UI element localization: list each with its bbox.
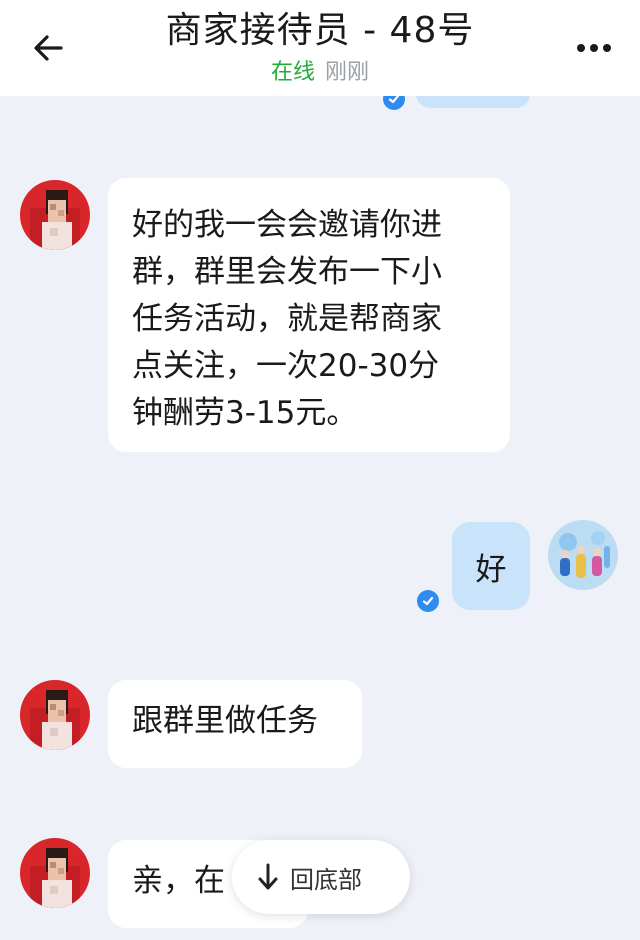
message-line: 群，群里会发布一下小	[132, 254, 442, 290]
message-bubble-outgoing[interactable]: 好	[452, 522, 530, 610]
message-bubble-incoming[interactable]: 跟群里做任务	[108, 680, 362, 768]
message-line: 点关注，一次20-30分	[132, 348, 440, 384]
merchant-avatar[interactable]	[20, 180, 90, 250]
more-horizontal-icon	[577, 44, 611, 52]
merchant-avatar[interactable]	[20, 838, 90, 908]
chat-title: 商家接待员 - 48号	[165, 10, 475, 51]
check-circle-icon	[417, 590, 439, 612]
scroll-to-bottom-label: 回底部	[290, 865, 362, 894]
message-bubble-incoming[interactable]: 好的我一会会邀请你进 群，群里会发布一下小 任务活动，就是帮商家 点关注，一次2…	[108, 178, 510, 452]
message-line: 钟酬劳3-15元。	[132, 395, 358, 431]
merchant-avatar[interactable]	[20, 680, 90, 750]
message-line: 任务活动，就是帮商家	[132, 301, 442, 337]
user-avatar[interactable]	[548, 520, 618, 590]
arrow-down-icon	[258, 863, 278, 890]
message-text: 亲，在	[132, 863, 225, 899]
online-status: 在线	[270, 60, 315, 85]
last-seen: 刚刚	[325, 60, 370, 85]
scroll-to-bottom-button[interactable]: 回底部	[232, 840, 410, 914]
chat-header: 商家接待员 - 48号 在线 刚刚	[0, 0, 640, 96]
message-line: 好的我一会会邀请你进	[132, 207, 442, 243]
presence-status: 在线 刚刚	[0, 58, 640, 88]
message-text: 跟群里做任务	[132, 703, 318, 739]
more-options-button[interactable]	[572, 30, 616, 66]
message-text: 好	[475, 551, 507, 588]
